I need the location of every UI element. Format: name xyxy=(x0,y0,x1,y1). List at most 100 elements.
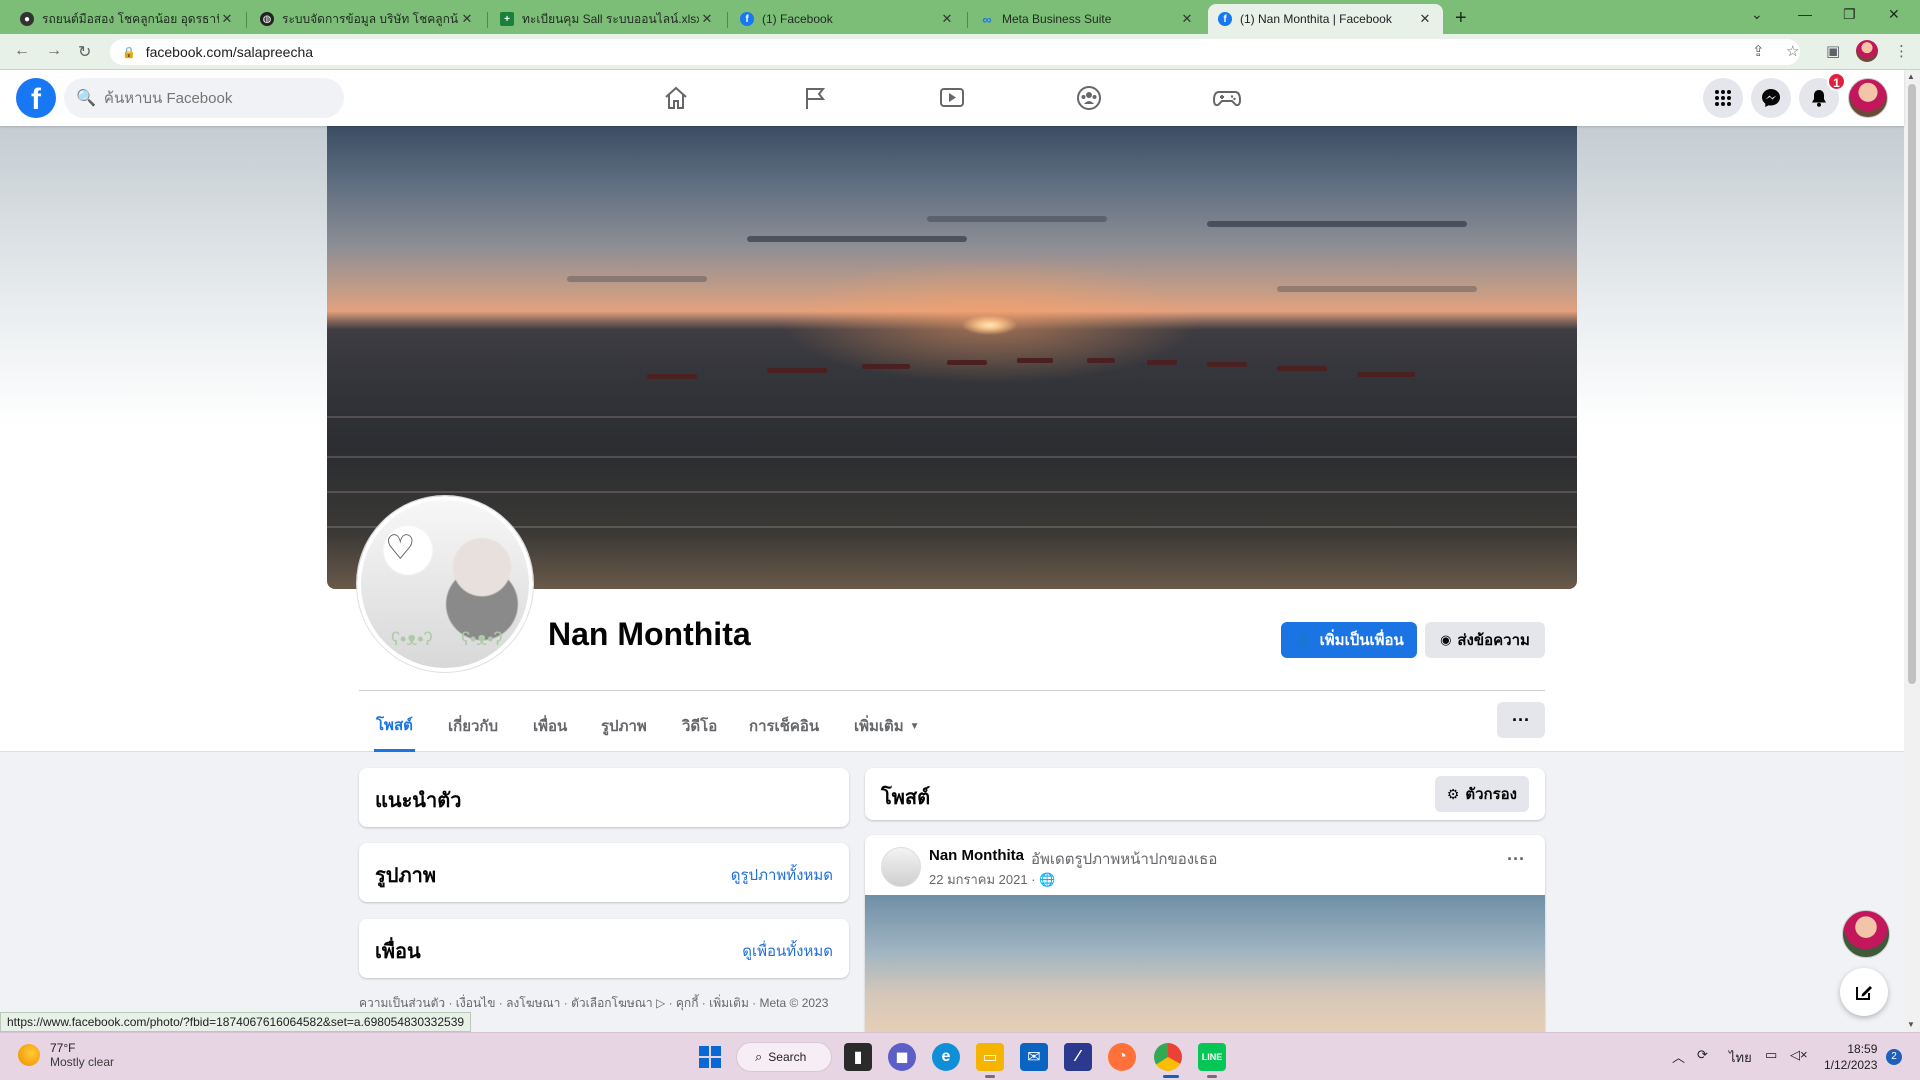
search-input[interactable] xyxy=(103,89,324,107)
tab-videos[interactable]: วิดีโอ xyxy=(680,700,719,752)
footer-links[interactable]: ความเป็นส่วนตัว · เงื่อนไข · ลงโฆษณา · ต… xyxy=(359,994,828,1013)
lock-icon[interactable]: 🔒 xyxy=(122,46,136,59)
close-tab-icon[interactable]: ✕ xyxy=(1417,11,1433,27)
line-app-icon[interactable]: LINE xyxy=(1198,1043,1226,1071)
flag-icon xyxy=(806,88,826,109)
edge-icon[interactable]: e xyxy=(932,1043,960,1071)
chrome-icon[interactable] xyxy=(1154,1043,1182,1071)
browser-tab[interactable]: ● รถยนต์มือสอง โชคลูกน้อย อุดรธานี ✕ xyxy=(10,4,245,34)
bookmark-star-icon[interactable]: ☆ xyxy=(1786,42,1799,60)
close-tab-icon[interactable]: ✕ xyxy=(699,11,715,27)
close-tab-icon[interactable]: ✕ xyxy=(219,11,235,27)
chat-contact-avatar[interactable] xyxy=(1842,910,1890,958)
watch-nav-button[interactable] xyxy=(897,78,1007,118)
post-author-avatar[interactable] xyxy=(881,847,921,887)
friends-title: เพื่อน xyxy=(375,941,421,963)
file-explorer-icon[interactable]: ▭ xyxy=(976,1043,1004,1071)
minimize-icon[interactable]: — xyxy=(1798,6,1812,22)
browser-tab[interactable]: ◍ ระบบจัดการข้อมูล บริษัท โชคลูกน้อย ✕ xyxy=(250,4,485,34)
tab-friends[interactable]: เพื่อน xyxy=(531,700,569,752)
close-tab-icon[interactable]: ✕ xyxy=(459,11,475,27)
notification-center-badge[interactable]: 2 xyxy=(1886,1049,1902,1065)
send-message-button[interactable]: ◉ ส่งข้อความ xyxy=(1425,622,1545,658)
facebook-search[interactable]: 🔍 xyxy=(64,78,344,118)
address-bar-row: ← → ↻ 🔒 facebook.com/salapreecha ⇪ ☆ ▣ ⋮ xyxy=(0,34,1920,70)
weather-widget[interactable]: 77°F Mostly clear xyxy=(18,1041,114,1069)
post-image[interactable] xyxy=(865,895,1545,1035)
start-button[interactable] xyxy=(696,1043,724,1071)
groups-nav-button[interactable] xyxy=(1034,78,1144,118)
post-date[interactable]: 22 มกราคม 2021 · 🌐 xyxy=(929,869,1055,890)
speaker-muted-icon[interactable]: ◁× xyxy=(1790,1047,1808,1063)
forward-icon[interactable]: → xyxy=(46,42,62,60)
pages-nav-button[interactable] xyxy=(760,78,870,118)
reload-icon[interactable]: ↻ xyxy=(78,42,91,62)
browser-menu-icon[interactable]: ⋮ xyxy=(1894,42,1909,60)
profile-more-button[interactable]: ··· xyxy=(1497,702,1545,738)
browser-tab[interactable]: + ทะเบียนคุม Sall ระบบออนไลน์.xlsx - G ✕ xyxy=(490,4,725,34)
post-card: Nan Monthita อัพเดตรูปภาพหน้าปกของเธอ 22… xyxy=(865,835,1545,1035)
see-all-friends-link[interactable]: ดูเพื่อนทั้งหมด xyxy=(742,939,833,963)
tab-about[interactable]: เกี่ยวกับ xyxy=(446,700,500,752)
browser-tab[interactable]: f (1) Facebook ✕ xyxy=(730,4,965,34)
firefox-icon[interactable]: ◔ xyxy=(1108,1043,1136,1071)
sheets-favicon-icon: + xyxy=(500,12,514,26)
bell-icon xyxy=(1812,90,1826,107)
tab-checkins[interactable]: การเช็คอิน xyxy=(747,700,821,752)
search-icon: 🔍 xyxy=(76,90,96,107)
home-nav-button[interactable] xyxy=(621,78,731,118)
taskbar-search[interactable]: ⌕ Search xyxy=(736,1042,832,1072)
side-panel-icon[interactable]: ▣ xyxy=(1826,42,1840,60)
url-field[interactable]: 🔒 facebook.com/salapreecha xyxy=(110,39,1800,65)
post-more-button[interactable]: ··· xyxy=(1507,849,1525,870)
tab-separator xyxy=(727,12,728,28)
close-tab-icon[interactable]: ✕ xyxy=(1179,11,1195,27)
tab-posts[interactable]: โพสต์ xyxy=(374,700,415,752)
profile-picture[interactable]: ♡ ʕ•ᴥ•ʔ ʕ•ᴥ•ʔ xyxy=(357,496,533,672)
system-clock[interactable]: 18:59 1/12/2023 xyxy=(1824,1041,1877,1073)
tray-overflow-icon[interactable]: ︿ xyxy=(1672,1047,1685,1066)
post-author-name[interactable]: Nan Monthita xyxy=(929,847,1024,864)
gaming-nav-button[interactable] xyxy=(1172,78,1282,118)
windows-logo-icon xyxy=(699,1046,721,1068)
cloud-shape xyxy=(747,236,967,242)
network-icon[interactable]: ▭ xyxy=(1765,1047,1777,1063)
share-icon[interactable]: ⇪ xyxy=(1752,42,1765,60)
teams-chat-icon[interactable]: ◼ xyxy=(888,1043,916,1071)
tab-search-icon[interactable]: ⌄ xyxy=(1751,6,1763,23)
account-avatar[interactable] xyxy=(1848,78,1888,118)
tab-more[interactable]: เพิ่มเติม ▼ xyxy=(852,700,922,752)
input-language[interactable]: ไทย xyxy=(1729,1047,1752,1068)
restore-icon[interactable]: ❐ xyxy=(1843,6,1856,23)
menu-grid-button[interactable] xyxy=(1703,78,1743,118)
close-tab-icon[interactable]: ✕ xyxy=(939,11,955,27)
design-app-icon[interactable]: ⁄ xyxy=(1064,1043,1092,1071)
cover-photo[interactable] xyxy=(327,126,1577,589)
scroll-thumb[interactable] xyxy=(1908,84,1916,684)
back-icon[interactable]: ← xyxy=(14,42,30,60)
close-window-icon[interactable]: ✕ xyxy=(1888,6,1900,23)
scroll-down-icon[interactable]: ▼ xyxy=(1907,1020,1915,1029)
tab-photos[interactable]: รูปภาพ xyxy=(599,700,649,752)
search-icon: ⌕ xyxy=(755,1049,763,1064)
home-icon xyxy=(665,86,687,109)
add-friend-button[interactable]: 👤 เพิ่มเป็นเพื่อน xyxy=(1281,622,1417,658)
tab-title: (1) Facebook xyxy=(762,12,833,26)
browser-tab-active[interactable]: f (1) Nan Monthita | Facebook ✕ xyxy=(1208,4,1443,34)
facebook-logo[interactable]: f xyxy=(16,78,56,118)
page-scrollbar[interactable]: ▲ ▼ xyxy=(1904,70,1920,1032)
weather-moon-icon xyxy=(18,1044,40,1066)
browser-tab-strip: ● รถยนต์มือสอง โชคลูกน้อย อุดรธานี ✕ ◍ ร… xyxy=(0,0,1920,34)
mail-icon[interactable]: ✉ xyxy=(1020,1043,1048,1071)
browser-tab[interactable]: ∞ Meta Business Suite ✕ xyxy=(970,4,1205,34)
globe-favicon-icon: ◍ xyxy=(260,12,274,26)
task-view-icon[interactable]: ▮ xyxy=(844,1043,872,1071)
new-tab-button[interactable]: + xyxy=(1455,7,1467,30)
scroll-up-icon[interactable]: ▲ xyxy=(1907,72,1915,81)
filter-button[interactable]: ⚙ ตัวกรอง xyxy=(1434,776,1529,812)
browser-profile-avatar[interactable] xyxy=(1856,40,1878,62)
see-all-photos-link[interactable]: ดูรูปภาพทั้งหมด xyxy=(731,863,833,887)
new-message-button[interactable] xyxy=(1840,968,1888,1016)
messenger-button[interactable] xyxy=(1751,78,1791,118)
sync-icon[interactable]: ⟳ xyxy=(1697,1047,1708,1063)
